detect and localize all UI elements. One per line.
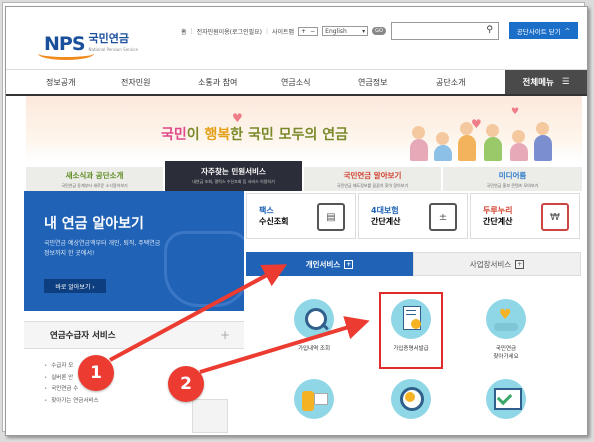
annotation-badge-2: 2 [168, 366, 204, 402]
arrow-2 [199, 316, 370, 374]
annotation-badge-1: 1 [78, 355, 114, 391]
arrow-1 [109, 264, 288, 362]
